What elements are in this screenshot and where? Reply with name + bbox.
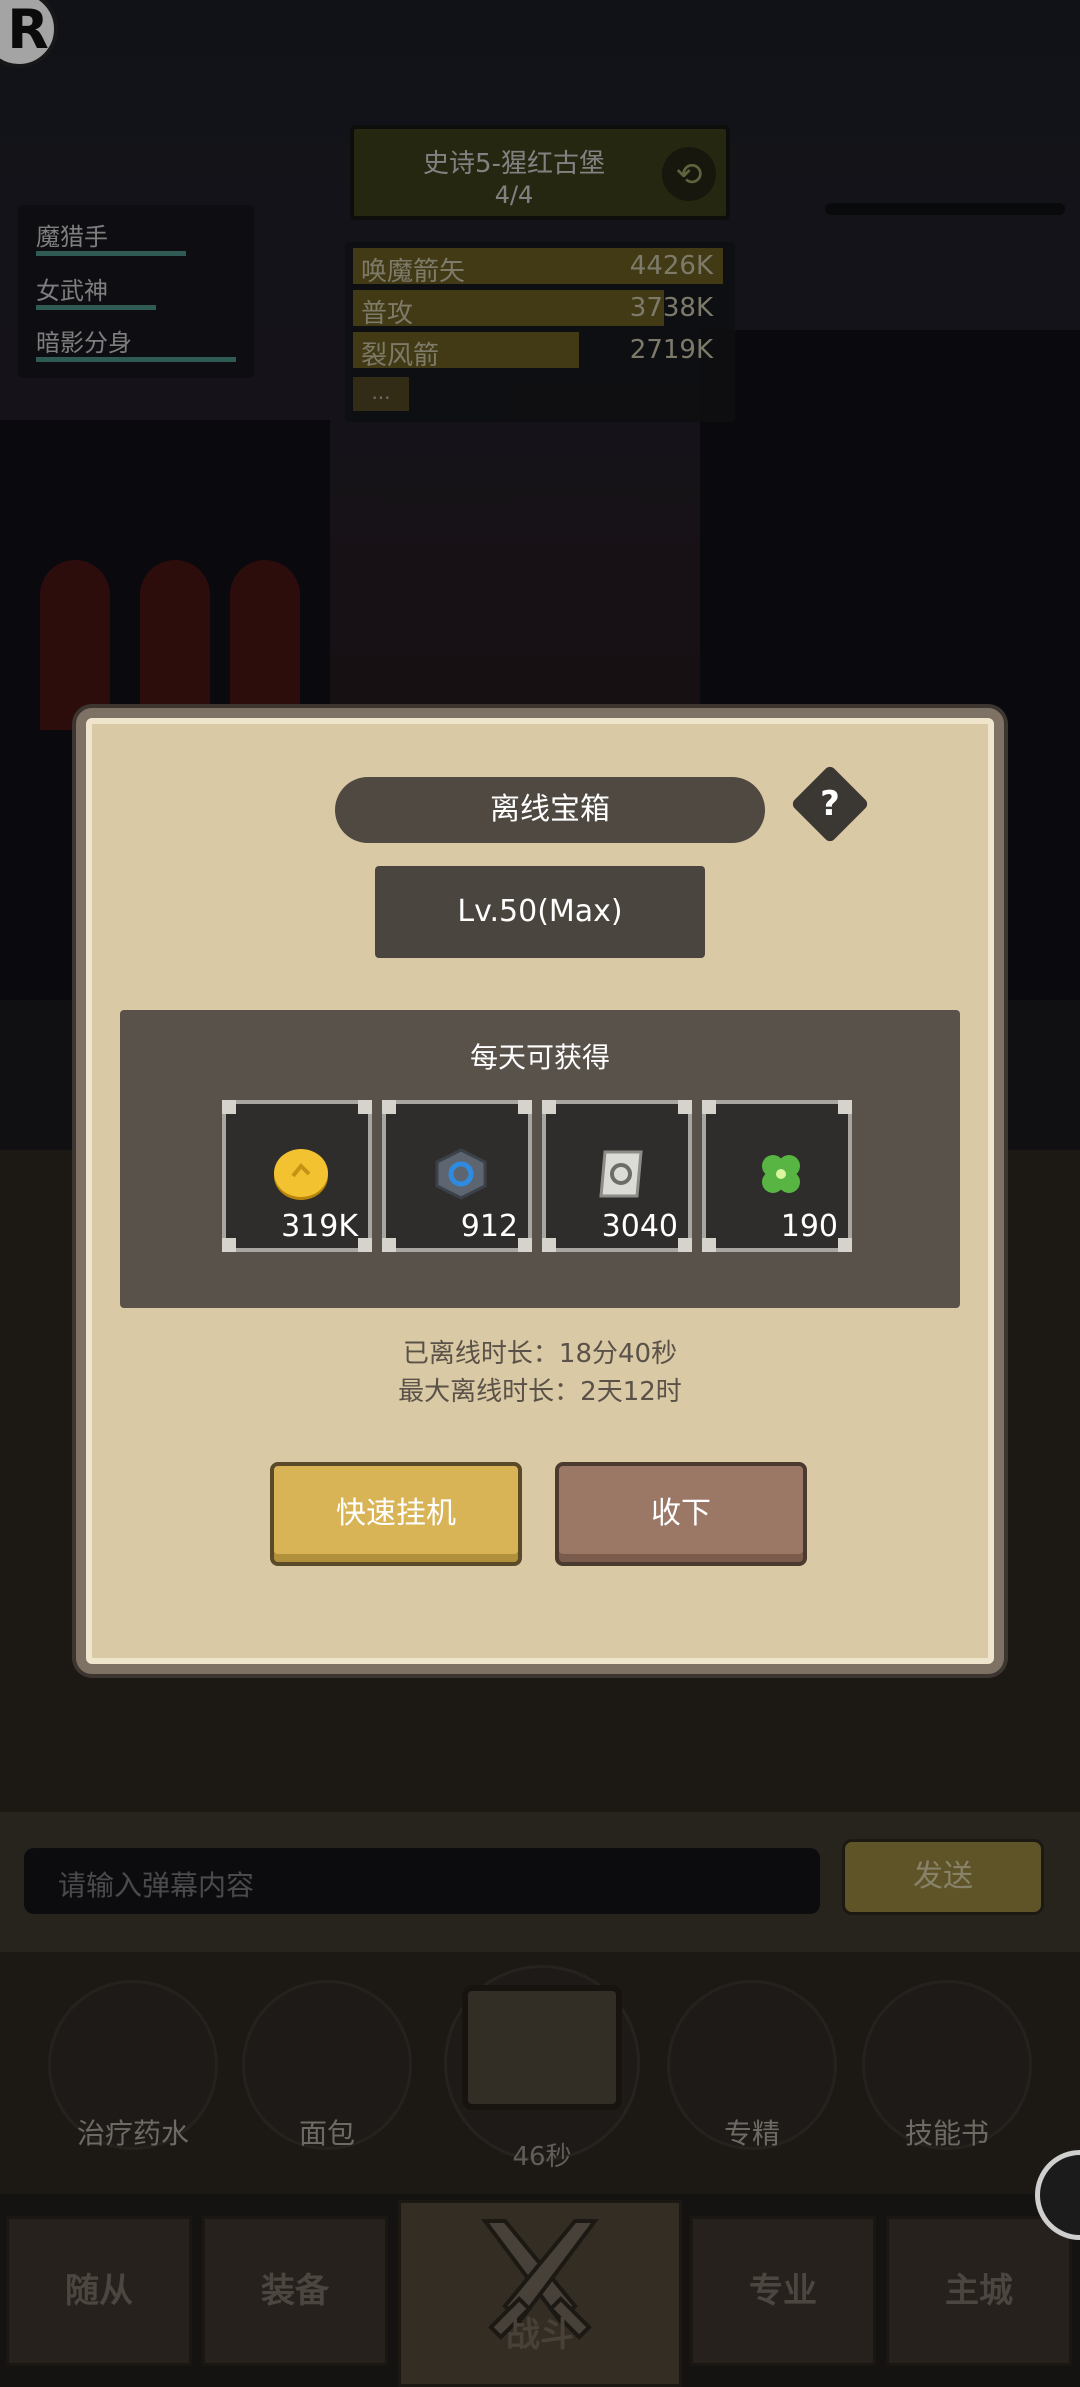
quick-idle-button[interactable]: 快速挂机 [270, 1462, 522, 1566]
reward-count: 190 [780, 1209, 838, 1244]
slot-corner [358, 1238, 372, 1252]
gold-coin-icon [274, 1149, 328, 1200]
reward-count: 319K [281, 1209, 358, 1244]
scroll-icon [599, 1150, 643, 1198]
reward-slot-gold[interactable]: 319K [222, 1100, 372, 1252]
reward-slot-scroll[interactable]: 3040 [542, 1100, 692, 1252]
question-icon[interactable]: ? [802, 776, 858, 832]
slot-corner [678, 1100, 692, 1114]
dialog-title: 离线宝箱 [335, 777, 765, 843]
clover-icon [762, 1155, 800, 1193]
slot-corner [702, 1100, 716, 1114]
rewards-heading: 每天可获得 [469, 1041, 610, 1074]
reward-count: 912 [460, 1209, 518, 1244]
slot-corner [702, 1238, 716, 1252]
slot-corner [542, 1100, 556, 1114]
reward-count: 3040 [601, 1209, 678, 1244]
slot-corner [222, 1100, 236, 1114]
slot-corner [382, 1238, 396, 1252]
slot-corner [838, 1238, 852, 1252]
slot-corner [838, 1100, 852, 1114]
slot-corner [678, 1238, 692, 1252]
reward-slot-clover[interactable]: 190 [702, 1100, 852, 1252]
slot-corner [542, 1238, 556, 1252]
slot-corner [518, 1100, 532, 1114]
reward-slot-gem[interactable]: 912 [382, 1100, 532, 1252]
offline-max-duration: 最大离线时长：2天12时 [398, 1377, 682, 1407]
blue-gem-icon [435, 1148, 487, 1200]
slot-corner [222, 1238, 236, 1252]
slot-corner [358, 1100, 372, 1114]
collect-button[interactable]: 收下 [555, 1462, 807, 1566]
slot-corner [518, 1238, 532, 1252]
daily-rewards-panel: 每天可获得 319K 912 3040 190 [120, 1010, 960, 1308]
slot-corner [382, 1100, 396, 1114]
offline-chest-dialog: 离线宝箱 ? Lv.50(Max) 每天可获得 319K 912 3040 19… [76, 708, 1004, 1674]
chest-level: Lv.50(Max) [375, 866, 705, 958]
offline-duration: 已离线时长：18分40秒 [402, 1339, 678, 1369]
